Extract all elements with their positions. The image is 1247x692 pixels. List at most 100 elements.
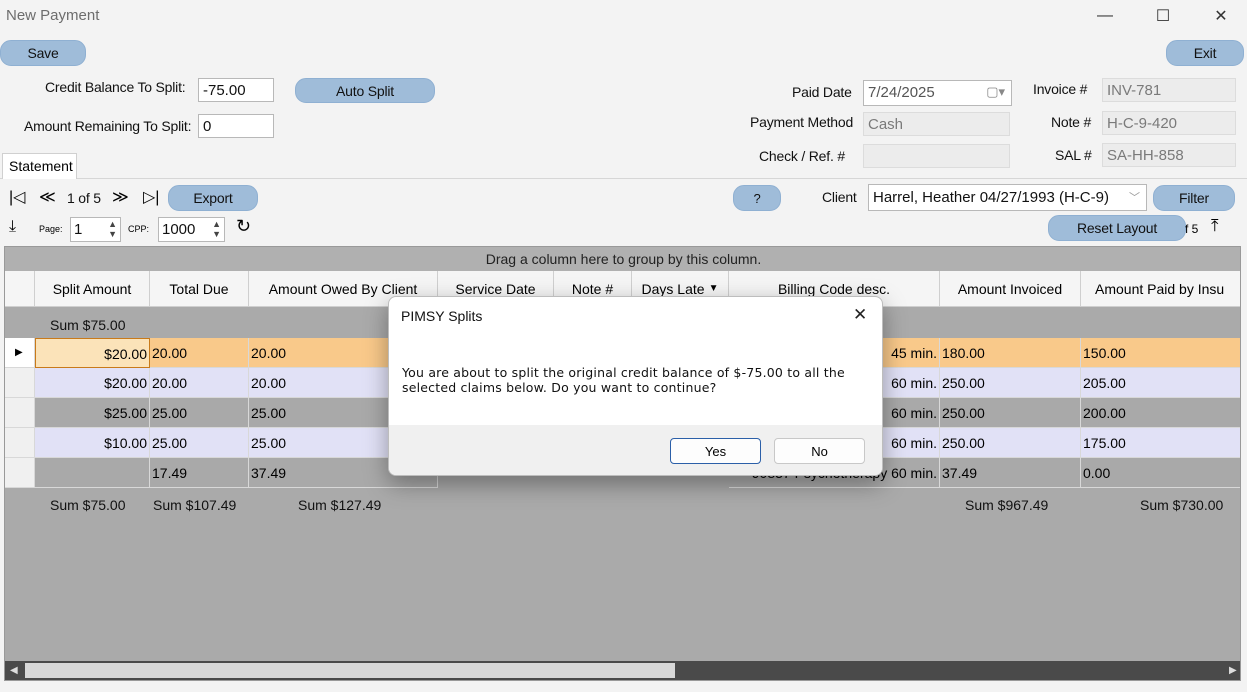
invoiced-cell: 250.00 — [940, 428, 1081, 458]
help-chat-icon[interactable]: ? — [733, 185, 781, 211]
client-value: Harrel, Heather 04/27/1993 (H-C-9) — [873, 189, 1109, 206]
scroll-left-icon[interactable]: ◀ — [5, 661, 23, 680]
sal-field: SA-HH-858 — [1102, 143, 1236, 167]
note-field: H-C-9-420 — [1102, 111, 1236, 135]
invoiced-cell: 250.00 — [940, 398, 1081, 428]
last-page-icon[interactable]: ▷| — [143, 187, 159, 207]
dialog-close-icon[interactable]: ✕ — [853, 305, 867, 325]
row-header — [5, 368, 35, 398]
row-header-corner — [5, 271, 35, 307]
page-position: 1 of 5 — [67, 190, 101, 206]
column-header[interactable]: Amount Invoiced — [940, 271, 1081, 307]
refresh-icon[interactable]: ↻ — [236, 216, 251, 237]
total-cell: 25.00 — [150, 428, 249, 458]
column-header[interactable]: Amount Paid by Insu — [1081, 271, 1240, 307]
sal-label: SAL # — [1055, 147, 1092, 163]
save-button[interactable]: Save — [0, 40, 86, 66]
no-button[interactable]: No — [774, 438, 865, 464]
invoiced-cell: 250.00 — [940, 368, 1081, 398]
tab-statement[interactable]: Statement — [2, 153, 77, 179]
row-header — [5, 458, 35, 488]
page-value: 1 — [74, 221, 83, 238]
total-cell: 20.00 — [150, 368, 249, 398]
maximize-button[interactable]: ☐ — [1140, 0, 1186, 32]
column-header[interactable]: Split Amount — [35, 271, 150, 307]
paid-date-value: 7/24/2025 — [868, 84, 935, 101]
dialog-message: You are about to split the original cred… — [402, 365, 845, 395]
scrollbar-thumb[interactable] — [25, 663, 675, 678]
paid-cell: 175.00 — [1081, 428, 1240, 458]
total-cell: 20.00 — [150, 338, 249, 368]
scroll-right-icon[interactable]: ▶ — [1224, 661, 1240, 680]
split-cell[interactable]: $20.00 — [35, 368, 150, 398]
client-select[interactable]: Harrel, Heather 04/27/1993 (H-C-9) ﹀ — [868, 184, 1147, 211]
invoiced-cell: 37.49 — [940, 458, 1081, 488]
column-header[interactable]: Total Due — [150, 271, 249, 307]
client-label: Client — [822, 189, 857, 205]
sum-owed: Sum $127.49 — [298, 497, 382, 513]
row-pointer-icon: ▶ — [5, 338, 35, 368]
paid-cell: 200.00 — [1081, 398, 1240, 428]
paid-date-label: Paid Date — [792, 84, 852, 100]
credit-balance-label: Credit Balance To Split: — [45, 79, 186, 95]
split-cell[interactable] — [35, 458, 150, 488]
stepper-arrows-icon[interactable]: ▲ ▼ — [212, 219, 221, 239]
minimize-button[interactable]: — — [1082, 0, 1128, 32]
dialog-footer: Yes No — [389, 425, 882, 475]
amount-remaining-field[interactable]: 0 — [198, 114, 274, 138]
stepper-arrows-icon[interactable]: ▲ ▼ — [108, 219, 117, 239]
sum-split: Sum $75.00 — [50, 497, 126, 513]
total-cell: 17.49 — [150, 458, 249, 488]
paid-cell: 0.00 — [1081, 458, 1240, 488]
yes-button[interactable]: Yes — [670, 438, 761, 464]
paid-cell: 205.00 — [1081, 368, 1240, 398]
payment-method-field: Cash — [863, 112, 1010, 136]
download-icon[interactable]: ⤓ — [9, 218, 16, 236]
horizontal-scrollbar[interactable]: ◀ ▶ — [5, 661, 1240, 680]
sum-invoiced: Sum $967.49 — [965, 497, 1049, 513]
page-stepper[interactable]: 1 ▲ ▼ — [70, 217, 121, 242]
calendar-dropdown-icon[interactable]: ▢▾ — [986, 84, 1005, 100]
split-cell[interactable]: $25.00 — [35, 398, 150, 428]
payment-method-label: Payment Method — [750, 114, 854, 130]
title-bar: New Payment — ☐ ✕ — [0, 0, 1247, 32]
split-cell[interactable]: $10.00 — [35, 428, 150, 458]
export-button[interactable]: Export — [168, 185, 258, 211]
sort-desc-icon: ▼ — [708, 283, 719, 294]
scroll-top-icon[interactable]: ⤒ — [1211, 216, 1219, 236]
exit-button[interactable]: Exit — [1166, 40, 1244, 66]
dialog-title: PIMSY Splits — [401, 308, 483, 324]
check-ref-field — [863, 144, 1010, 168]
prev-page-icon[interactable]: ≪ — [39, 187, 56, 207]
sum-paid: Sum $730.00 — [1140, 497, 1224, 513]
invoiced-cell: 180.00 — [940, 338, 1081, 368]
invoice-field: INV-781 — [1102, 78, 1236, 102]
tab-divider — [0, 178, 1247, 179]
filter-button[interactable]: Filter — [1153, 185, 1235, 211]
cpp-value: 1000 — [162, 221, 196, 238]
page-count-text: f 5 — [1185, 222, 1199, 236]
split-cell[interactable]: $20.00 — [35, 338, 150, 368]
note-label: Note # — [1051, 114, 1092, 130]
cpp-stepper[interactable]: 1000 ▲ ▼ — [158, 217, 225, 242]
row-header — [5, 428, 35, 458]
paid-date-picker[interactable]: 7/24/2025 ▢▾ — [863, 80, 1012, 106]
top-sum-split: Sum $75.00 — [50, 317, 126, 333]
cpp-label: CPP: — [128, 224, 150, 234]
first-page-icon[interactable]: |◁ — [9, 187, 25, 207]
total-cell: 25.00 — [150, 398, 249, 428]
reset-layout-button[interactable]: Reset Layout — [1048, 215, 1186, 241]
row-header — [5, 398, 35, 428]
sum-total: Sum $107.49 — [153, 497, 237, 513]
credit-balance-field[interactable]: -75.00 — [198, 78, 274, 102]
chevron-down-icon[interactable]: ﹀ — [1129, 189, 1140, 205]
close-button[interactable]: ✕ — [1198, 0, 1244, 32]
group-by-bar[interactable]: Drag a column here to group by this colu… — [5, 247, 1240, 271]
auto-split-button[interactable]: Auto Split — [295, 78, 435, 103]
confirm-dialog: PIMSY Splits ✕ You are about to split th… — [388, 296, 883, 476]
window-title: New Payment — [6, 7, 100, 24]
paid-cell: 150.00 — [1081, 338, 1240, 368]
check-ref-label: Check / Ref. # — [759, 148, 845, 164]
days-late-label: Days Late — [641, 280, 705, 297]
next-page-icon[interactable]: ≫ — [112, 187, 129, 207]
